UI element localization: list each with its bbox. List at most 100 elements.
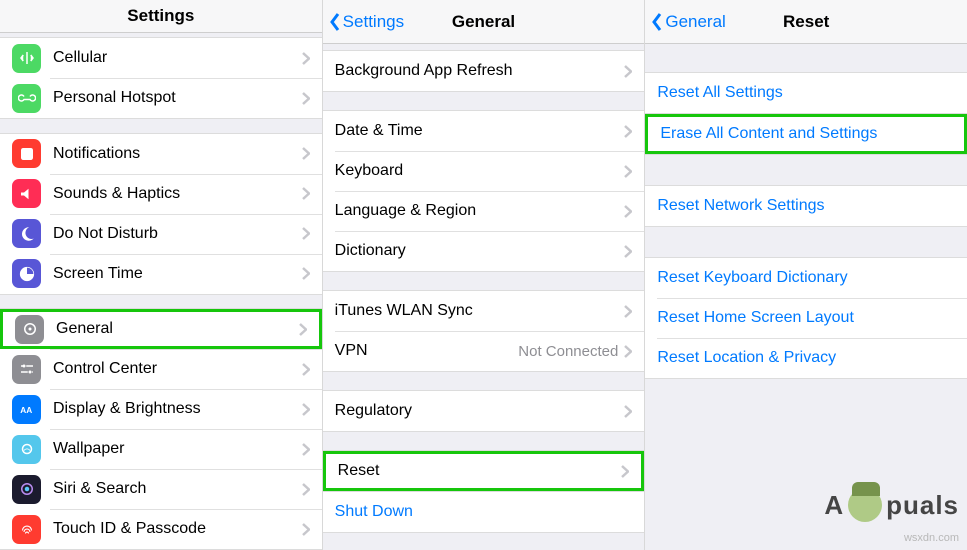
background-app-refresh-label: Background App Refresh: [335, 62, 625, 80]
chevron-right-icon: [624, 205, 632, 218]
back-label: Settings: [343, 12, 404, 32]
settings-pane: Settings Cellular Personal Hotspot Notifi…: [0, 0, 323, 550]
shut-down-label: Shut Down: [335, 503, 633, 521]
screen-time-row[interactable]: Screen Time: [0, 254, 322, 294]
reset-keyboard-dictionary-row[interactable]: Reset Keyboard Dictionary: [645, 258, 967, 298]
chevron-right-icon: [624, 65, 632, 78]
reset-row[interactable]: Reset: [323, 451, 645, 491]
personal-hotspot-icon: [12, 84, 41, 113]
reset-home-screen-layout-label: Reset Home Screen Layout: [657, 309, 955, 327]
do-not-disturb-row[interactable]: Do Not Disturb: [0, 214, 322, 254]
reset-network-settings-row[interactable]: Reset Network Settings: [645, 186, 967, 226]
chevron-right-icon: [302, 92, 310, 105]
control-center-row[interactable]: Control Center: [0, 349, 322, 389]
reset-label: Reset: [338, 462, 622, 480]
control-center-icon: [12, 355, 41, 384]
date-time-label: Date & Time: [335, 122, 625, 140]
display-brightness-row[interactable]: AA Display & Brightness: [0, 389, 322, 429]
reset-keyboard-dictionary-label: Reset Keyboard Dictionary: [657, 269, 955, 287]
personal-hotspot-label: Personal Hotspot: [53, 89, 302, 107]
do-not-disturb-label: Do Not Disturb: [53, 225, 302, 243]
notifications-icon: [12, 139, 41, 168]
siri-search-row[interactable]: Siri & Search: [0, 469, 322, 509]
notifications-row[interactable]: Notifications: [0, 134, 322, 174]
siri-search-label: Siri & Search: [53, 480, 302, 498]
chevron-right-icon: [299, 323, 307, 336]
chevron-right-icon: [302, 227, 310, 240]
general-icon: [15, 315, 44, 344]
screen-time-label: Screen Time: [53, 265, 302, 283]
chevron-right-icon: [302, 363, 310, 376]
itunes-wlan-sync-row[interactable]: iTunes WLAN Sync: [323, 291, 645, 331]
chevron-right-icon: [302, 267, 310, 280]
chevron-right-icon: [624, 305, 632, 318]
sounds-haptics-row[interactable]: Sounds & Haptics: [0, 174, 322, 214]
wallpaper-row[interactable]: Wallpaper: [0, 429, 322, 469]
reset-location-privacy-row[interactable]: Reset Location & Privacy: [645, 338, 967, 378]
watermark-logo: AA pualspuals: [824, 488, 959, 522]
keyboard-label: Keyboard: [335, 162, 625, 180]
display-brightness-icon: AA: [12, 395, 41, 424]
watermark-sub: wsxdn.com: [904, 532, 959, 544]
shut-down-row[interactable]: Shut Down: [323, 492, 645, 532]
vpn-value: Not Connected: [518, 343, 618, 360]
touch-id-passcode-icon: [12, 515, 41, 544]
regulatory-row[interactable]: Regulatory: [323, 391, 645, 431]
display-brightness-label: Display & Brightness: [53, 400, 302, 418]
reset-location-privacy-label: Reset Location & Privacy: [657, 349, 955, 367]
chevron-right-icon: [302, 187, 310, 200]
chevron-right-icon: [624, 345, 632, 358]
general-label: General: [56, 320, 299, 338]
language-region-label: Language & Region: [335, 202, 625, 220]
dictionary-label: Dictionary: [335, 242, 625, 260]
language-region-row[interactable]: Language & Region: [323, 191, 645, 231]
nav-bar: Settings: [0, 0, 322, 33]
date-time-row[interactable]: Date & Time: [323, 111, 645, 151]
notifications-label: Notifications: [53, 145, 302, 163]
general-pane: Settings General Background App Refresh …: [323, 0, 646, 550]
chevron-right-icon: [302, 483, 310, 496]
chevron-right-icon: [624, 405, 632, 418]
chevron-right-icon: [302, 523, 310, 536]
chevron-right-icon: [621, 465, 629, 478]
reset-all-settings-row[interactable]: Reset All Settings: [645, 73, 967, 113]
general-row[interactable]: General: [0, 309, 322, 349]
chevron-left-icon: [651, 12, 663, 32]
itunes-wlan-sync-label: iTunes WLAN Sync: [335, 302, 625, 320]
nav-bar: General Reset: [645, 0, 967, 44]
reset-all-settings-label: Reset All Settings: [657, 84, 955, 102]
erase-all-content-label: Erase All Content and Settings: [660, 125, 952, 143]
wallpaper-label: Wallpaper: [53, 440, 302, 458]
chevron-right-icon: [624, 165, 632, 178]
chevron-left-icon: [329, 12, 341, 32]
screen-time-icon: [12, 259, 41, 288]
sounds-haptics-label: Sounds & Haptics: [53, 185, 302, 203]
touch-id-passcode-label: Touch ID & Passcode: [53, 520, 302, 538]
nav-title: Settings: [0, 6, 322, 26]
personal-hotspot-row[interactable]: Personal Hotspot: [0, 78, 322, 118]
reset-network-settings-label: Reset Network Settings: [657, 197, 955, 215]
control-center-label: Control Center: [53, 360, 302, 378]
cellular-row[interactable]: Cellular: [0, 38, 322, 78]
touch-id-passcode-row[interactable]: Touch ID & Passcode: [0, 509, 322, 549]
back-label: General: [665, 12, 725, 32]
regulatory-label: Regulatory: [335, 402, 625, 420]
nav-bar: Settings General: [323, 0, 645, 44]
back-button[interactable]: Settings: [323, 12, 404, 32]
cellular-label: Cellular: [53, 49, 302, 67]
dictionary-row[interactable]: Dictionary: [323, 231, 645, 271]
keyboard-row[interactable]: Keyboard: [323, 151, 645, 191]
chevron-right-icon: [302, 147, 310, 160]
vpn-row[interactable]: VPNNot Connected: [323, 331, 645, 371]
vpn-label: VPN: [335, 342, 519, 360]
do-not-disturb-icon: [12, 219, 41, 248]
background-app-refresh-row[interactable]: Background App Refresh: [323, 51, 645, 91]
svg-text:AA: AA: [20, 406, 32, 415]
cellular-icon: [12, 44, 41, 73]
back-button[interactable]: General: [645, 12, 725, 32]
sounds-haptics-icon: [12, 179, 41, 208]
chevron-right-icon: [302, 403, 310, 416]
reset-home-screen-layout-row[interactable]: Reset Home Screen Layout: [645, 298, 967, 338]
erase-all-content-row[interactable]: Erase All Content and Settings: [645, 114, 967, 154]
reset-pane: General Reset Reset All Settings Erase A…: [645, 0, 967, 550]
